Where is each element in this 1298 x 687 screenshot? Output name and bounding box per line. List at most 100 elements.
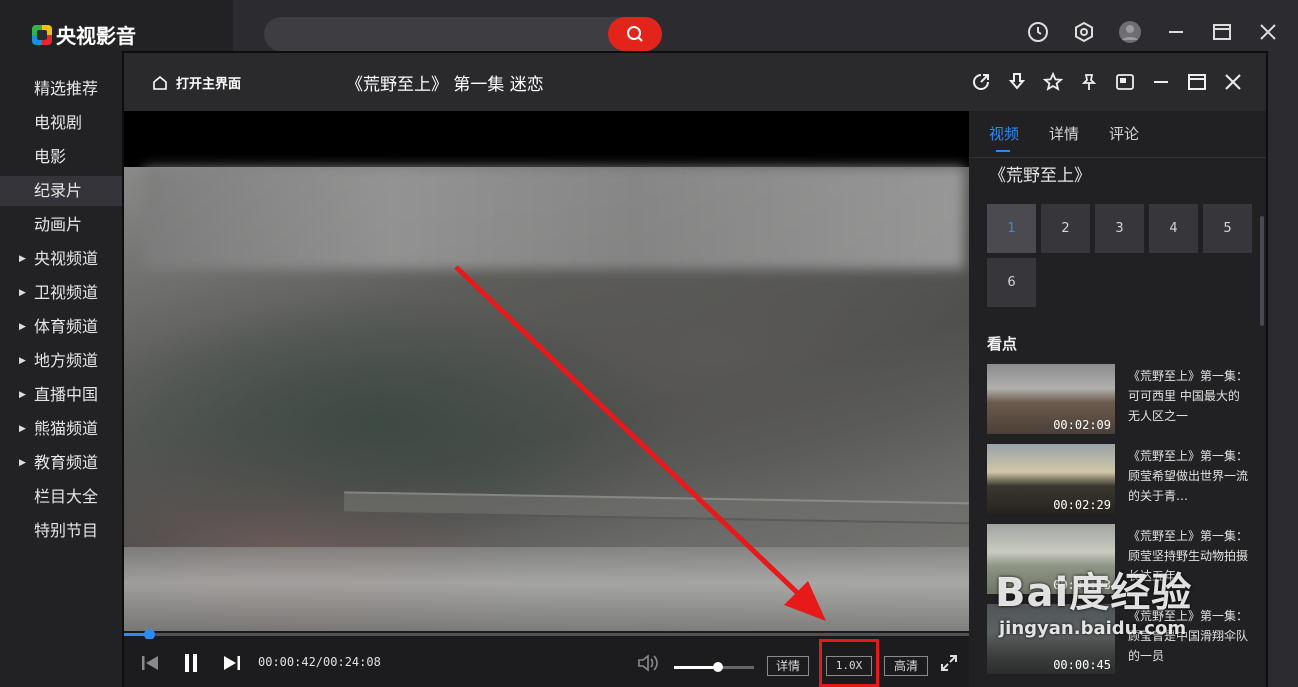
expand-caret-icon: ▶: [19, 390, 26, 400]
highlight-duration: 00:00:45: [1053, 658, 1111, 672]
expand-caret-icon: ▶: [19, 254, 26, 264]
gear-icon: [1075, 21, 1093, 43]
annotation-arrow: [454, 265, 826, 621]
panel-scrollbar[interactable]: [1260, 216, 1264, 326]
highlight-duration: 00:02:09: [1053, 418, 1111, 432]
settings-button[interactable]: [1072, 20, 1096, 44]
top-right-actions: [1026, 20, 1280, 44]
sidebar-item-label: 特别节目: [34, 521, 99, 540]
player-controls: 00:00:42/00:24:08 详情 1.0X 高清: [124, 639, 969, 687]
panel-tabs: 视频 详情 评论: [989, 123, 1139, 152]
minimize-icon: [1154, 81, 1168, 83]
time-display: 00:00:42/00:24:08: [258, 655, 381, 669]
sidebar-item-label: 电影: [34, 147, 67, 166]
close-button[interactable]: [1256, 20, 1280, 44]
fullscreen-button[interactable]: [938, 651, 960, 675]
progress-bar[interactable]: [124, 629, 969, 640]
panel-tab[interactable]: 详情: [1049, 123, 1079, 144]
sidebar-item[interactable]: 精选推荐: [0, 74, 122, 104]
pin-button[interactable]: [1078, 71, 1100, 93]
maximize-button[interactable]: [1210, 20, 1234, 44]
panel-tab[interactable]: 评论: [1109, 123, 1139, 144]
player-actions: [970, 71, 1244, 93]
highlight-title[interactable]: 《荒野至上》第一集：顾莹希望做出世界一流的关于青…: [1128, 446, 1248, 506]
sidebar-item[interactable]: 动画片: [0, 210, 122, 240]
episode-button[interactable]: 4: [1149, 204, 1198, 253]
sidebar-item[interactable]: ▶ 央视频道: [0, 244, 122, 274]
logo-icon: [32, 24, 52, 45]
pause-icon: [185, 654, 197, 672]
highlight-item[interactable]: 00:02:09 《荒野至上》第一集：可可西里 中国最大的无人区之一: [987, 364, 1257, 434]
expand-caret-icon: ▶: [19, 424, 26, 434]
episode-button[interactable]: 1: [987, 204, 1036, 253]
sidebar-item-label: 地方频道: [34, 351, 99, 370]
sidebar-item[interactable]: 电影: [0, 142, 122, 172]
previous-button[interactable]: [138, 651, 162, 675]
mini-mode-button[interactable]: [1114, 71, 1136, 93]
volume-button[interactable]: [635, 651, 661, 675]
close-icon: [1225, 74, 1241, 90]
sidebar-item[interactable]: 栏目大全: [0, 482, 122, 512]
volume-fill: [674, 666, 718, 669]
download-button[interactable]: [1006, 71, 1028, 93]
app-logo[interactable]: 央视影音: [32, 20, 136, 49]
player-maximize-button[interactable]: [1186, 71, 1208, 93]
maximize-icon: [1213, 24, 1231, 40]
video-surface[interactable]: [124, 111, 969, 631]
progress-track: [124, 633, 969, 636]
highlight-title[interactable]: 《荒野至上》第一集：可可西里 中国最大的无人区之一: [1128, 366, 1248, 426]
open-main-button[interactable]: 打开主界面: [152, 73, 241, 92]
highlight-item[interactable]: 00:02:29 《荒野至上》第一集：顾莹希望做出世界一流的关于青…: [987, 444, 1257, 514]
sidebar-item-label: 体育频道: [34, 317, 99, 336]
maximize-icon: [1188, 74, 1206, 90]
sidebar-item[interactable]: ▶ 直播中国: [0, 380, 122, 410]
close-icon: [1260, 24, 1276, 40]
player-close-button[interactable]: [1222, 71, 1244, 93]
player-title-bar: 打开主界面 《荒野至上》 第一集 迷恋: [124, 53, 1266, 111]
panel-divider: [969, 157, 1266, 158]
expand-caret-icon: ▶: [19, 322, 26, 332]
volume-icon: [638, 654, 658, 672]
expand-caret-icon: ▶: [19, 288, 26, 298]
episode-button[interactable]: 5: [1203, 204, 1252, 253]
skip-back-icon: [142, 656, 158, 670]
clock-icon: [1028, 22, 1048, 42]
search-button[interactable]: [608, 17, 662, 51]
search-input[interactable]: [264, 17, 662, 51]
episode-button[interactable]: 6: [987, 258, 1036, 307]
sidebar-item-label: 栏目大全: [34, 487, 99, 506]
sidebar-item[interactable]: 纪录片: [0, 176, 122, 206]
sidebar-item[interactable]: ▶ 卫视频道: [0, 278, 122, 308]
user-avatar[interactable]: [1118, 20, 1142, 44]
sidebar: 精选推荐 电视剧 电影 纪录片 动画片 ▶ 央视频道 ▶ 卫视频道 ▶ 体育频道 ▶ 地方频道 ▶ 直播中国…: [0, 66, 122, 687]
episode-button[interactable]: 2: [1041, 204, 1090, 253]
sidebar-item-label: 卫视频道: [34, 283, 99, 302]
panel-tab[interactable]: 视频: [989, 123, 1019, 152]
app-window: 央视影音 精选推荐 电视剧 电影 纪录片 动画片 ▶ 央视频道 ▶ 卫视频道 ▶…: [0, 0, 1298, 687]
sidebar-item[interactable]: ▶ 体育频道: [0, 312, 122, 342]
next-button[interactable]: [220, 651, 244, 675]
home-icon: [153, 75, 167, 90]
series-title: 《荒野至上》: [989, 166, 1091, 186]
player-minimize-button[interactable]: [1150, 71, 1172, 93]
highlight-thumbnail[interactable]: 00:02:09: [987, 364, 1115, 434]
fullscreen-icon: [941, 655, 957, 671]
quality-button[interactable]: 高清: [884, 656, 928, 676]
sidebar-item-label: 直播中国: [34, 385, 99, 404]
sidebar-item[interactable]: ▶ 地方频道: [0, 346, 122, 376]
favorite-button[interactable]: [1042, 71, 1064, 93]
detail-button[interactable]: 详情: [767, 656, 809, 676]
open-main-label: 打开主界面: [176, 77, 242, 92]
share-button[interactable]: [970, 71, 992, 93]
history-button[interactable]: [1026, 20, 1050, 44]
sidebar-item[interactable]: ▶ 教育频道: [0, 448, 122, 478]
volume-handle[interactable]: [713, 662, 723, 672]
sidebar-item-label: 熊猫频道: [34, 419, 99, 438]
episode-button[interactable]: 3: [1095, 204, 1144, 253]
sidebar-item[interactable]: 特别节目: [0, 516, 122, 546]
sidebar-item[interactable]: ▶ 熊猫频道: [0, 414, 122, 444]
minimize-button[interactable]: [1164, 20, 1188, 44]
pause-button[interactable]: [179, 651, 203, 675]
sidebar-item[interactable]: 电视剧: [0, 108, 122, 138]
highlight-thumbnail[interactable]: 00:02:29: [987, 444, 1115, 514]
